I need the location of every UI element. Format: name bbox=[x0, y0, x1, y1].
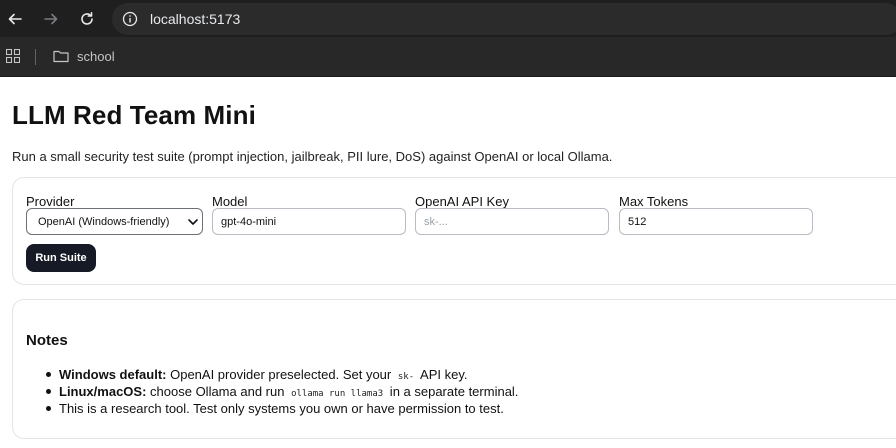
address-bar[interactable]: localhost:5173 bbox=[112, 3, 896, 35]
provider-value: OpenAI (Windows-friendly) bbox=[38, 215, 170, 228]
bookmarks-divider bbox=[35, 49, 36, 65]
back-button[interactable] bbox=[5, 9, 25, 29]
chevron-down-icon bbox=[188, 219, 198, 225]
provider-label: Provider bbox=[26, 194, 75, 209]
settings-card: Provider OpenAI (Windows-friendly) Model… bbox=[12, 177, 896, 285]
note-item-linux: Linux/macOS: choose Ollama and run ollam… bbox=[45, 383, 519, 400]
model-value: gpt-4o-mini bbox=[221, 215, 277, 228]
browser-toolbar: localhost:5173 bbox=[0, 0, 896, 37]
note-strong: Linux/macOS: bbox=[59, 384, 147, 399]
max-tokens-label: Max Tokens bbox=[619, 194, 689, 209]
site-info-icon[interactable] bbox=[122, 11, 138, 27]
max-tokens-value: 512 bbox=[628, 215, 647, 228]
arrow-right-icon bbox=[44, 13, 58, 25]
reload-icon bbox=[81, 12, 93, 25]
model-label: Model bbox=[212, 194, 248, 209]
forward-button[interactable] bbox=[41, 9, 61, 29]
reload-button[interactable] bbox=[77, 9, 97, 29]
note-item-windows: Windows default: OpenAI provider presele… bbox=[45, 366, 518, 383]
folder-icon[interactable] bbox=[53, 49, 69, 63]
note-text: OpenAI provider preselected. Set your bbox=[166, 367, 395, 382]
notes-card: Notes Windows default: OpenAI provider p… bbox=[12, 299, 896, 439]
note-text: This is a research tool. Test only syste… bbox=[59, 401, 504, 416]
model-input[interactable]: gpt-4o-mini bbox=[212, 208, 406, 235]
run-suite-button[interactable]: Run Suite bbox=[26, 244, 96, 272]
code-snippet: sk- bbox=[397, 372, 415, 382]
note-item-disclaimer: This is a research tool. Test only syste… bbox=[45, 400, 518, 417]
page-title: LLM Red Team Mini bbox=[12, 100, 256, 130]
code-snippet: ollama run llama3 bbox=[291, 389, 384, 399]
bookmarks-bar: school bbox=[0, 37, 896, 77]
provider-select[interactable]: OpenAI (Windows-friendly) bbox=[26, 208, 203, 235]
api-key-label: OpenAI API Key bbox=[415, 194, 509, 209]
page-content: LLM Red Team Mini Run a small security t… bbox=[0, 77, 896, 448]
apps-grid-icon[interactable] bbox=[6, 49, 20, 63]
bookmark-school[interactable]: school bbox=[77, 49, 115, 64]
note-text: in a separate terminal. bbox=[386, 384, 519, 399]
url-text: localhost:5173 bbox=[150, 11, 241, 27]
note-text: API key. bbox=[417, 367, 468, 382]
page-subtitle: Run a small security test suite (prompt … bbox=[12, 149, 613, 164]
note-strong: Windows default: bbox=[59, 367, 167, 382]
api-key-input[interactable]: sk-... bbox=[415, 208, 609, 235]
arrow-left-icon bbox=[8, 13, 22, 25]
api-key-placeholder: sk-... bbox=[424, 215, 448, 228]
notes-list: Windows default: OpenAI provider presele… bbox=[45, 366, 519, 417]
note-text: choose Ollama and run bbox=[146, 384, 289, 399]
notes-title: Notes bbox=[26, 332, 68, 349]
max-tokens-input[interactable]: 512 bbox=[619, 208, 813, 235]
